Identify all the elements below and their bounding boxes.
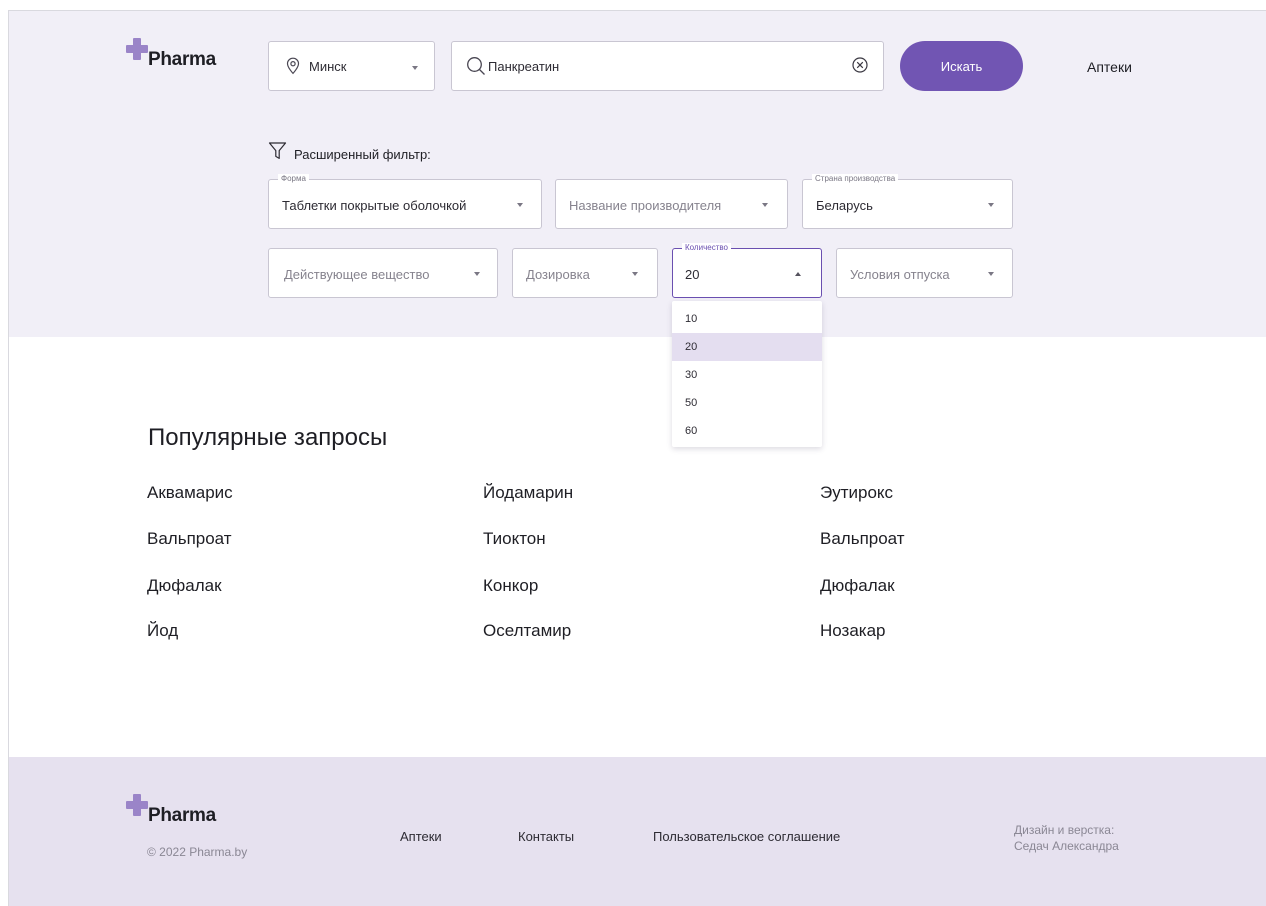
search-box: [451, 41, 884, 91]
footer-logo[interactable]: Pharma: [126, 794, 236, 836]
popular-item[interactable]: Дюфалак: [147, 576, 222, 596]
popular-item[interactable]: Конкор: [483, 576, 538, 596]
quantity-select[interactable]: Количество 20: [672, 243, 822, 298]
copyright-text: © 2022 Pharma.by: [147, 845, 248, 859]
search-button[interactable]: Искать: [900, 41, 1023, 91]
popular-item[interactable]: Дюфалак: [820, 576, 895, 596]
dosage-placeholder: Дозировка: [526, 267, 590, 282]
chevron-down-icon: [412, 66, 418, 70]
clear-icon[interactable]: [851, 56, 869, 74]
city-value: Минск: [309, 59, 347, 74]
dosage-select[interactable]: Дозировка: [512, 248, 658, 298]
footer-link-contacts[interactable]: Контакты: [518, 829, 574, 844]
popular-item[interactable]: Вальпроат: [820, 529, 905, 549]
chevron-down-icon: [632, 272, 638, 276]
search-input[interactable]: [488, 56, 828, 76]
search-icon: [467, 57, 485, 75]
logo-cross-icon: [126, 794, 148, 816]
quantity-option[interactable]: 30: [672, 361, 822, 389]
popular-item[interactable]: Нозакар: [820, 621, 886, 641]
location-pin-icon: [286, 57, 300, 75]
chevron-down-icon: [762, 203, 768, 207]
substance-select[interactable]: Действующее вещество: [268, 248, 498, 298]
country-select[interactable]: Страна производства Беларусь: [802, 174, 1013, 229]
form-legend: Форма: [278, 174, 309, 184]
popular-item[interactable]: Йодамарин: [483, 483, 573, 503]
popular-item[interactable]: Аквамарис: [147, 483, 233, 503]
popular-item[interactable]: Тиоктон: [483, 529, 546, 549]
logo-text: Pharma: [148, 805, 216, 826]
chevron-up-icon: [795, 272, 801, 276]
header-logo[interactable]: Pharma: [126, 38, 236, 78]
form-value: Таблетки покрытые оболочкой: [282, 198, 467, 213]
advanced-filter-title: Расширенный фильтр:: [294, 147, 431, 162]
quantity-option[interactable]: 50: [672, 389, 822, 417]
manufacturer-placeholder: Название производителя: [569, 198, 722, 213]
quantity-option-selected[interactable]: 20: [672, 333, 822, 361]
quantity-dropdown: 10 20 30 50 60: [672, 301, 822, 447]
footer-link-agreement[interactable]: Пользовательское соглашение: [653, 829, 840, 844]
chevron-down-icon: [988, 203, 994, 207]
credits-author: Седач Александра: [1014, 839, 1119, 853]
popular-item[interactable]: Йод: [147, 621, 178, 641]
manufacturer-select[interactable]: Название производителя: [555, 179, 788, 229]
chevron-down-icon: [474, 272, 480, 276]
chevron-down-icon: [988, 272, 994, 276]
nav-link-pharmacies[interactable]: Аптеки: [1087, 59, 1132, 75]
quantity-value: 20: [685, 267, 700, 282]
conditions-placeholder: Условия отпуска: [850, 267, 950, 282]
conditions-select[interactable]: Условия отпуска: [836, 248, 1013, 298]
logo-cross-icon: [126, 38, 148, 60]
quantity-option[interactable]: 60: [672, 417, 822, 445]
logo-text: Pharma: [148, 49, 216, 70]
city-select[interactable]: Минск: [268, 41, 435, 91]
popular-item[interactable]: Оселтамир: [483, 621, 571, 641]
chevron-down-icon: [517, 203, 523, 207]
quantity-legend: Количество: [682, 243, 731, 253]
credits-line: Дизайн и верстка:: [1014, 823, 1115, 837]
country-legend: Страна производства: [812, 174, 899, 184]
popular-requests-title: Популярные запросы: [148, 424, 388, 451]
popular-item[interactable]: Эутирокс: [820, 483, 893, 503]
popular-item[interactable]: Вальпроат: [147, 529, 232, 549]
filter-funnel-icon: [268, 142, 287, 159]
form-select[interactable]: Форма Таблетки покрытые оболочкой: [268, 174, 542, 229]
footer-link-pharmacies[interactable]: Аптеки: [400, 829, 442, 844]
credits: Дизайн и верстка: Седач Александра: [1014, 822, 1119, 854]
country-value: Беларусь: [816, 198, 873, 213]
substance-placeholder: Действующее вещество: [284, 267, 430, 282]
quantity-option[interactable]: 10: [672, 305, 822, 333]
